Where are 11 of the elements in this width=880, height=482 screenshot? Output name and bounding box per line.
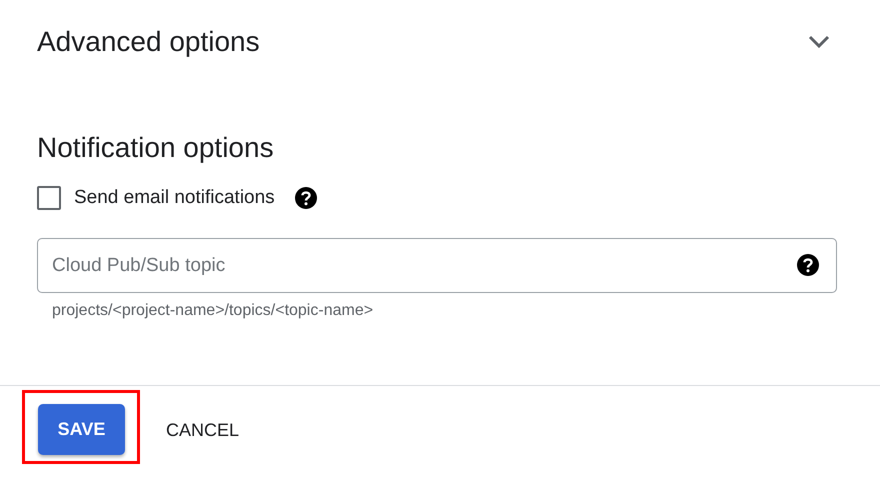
save-button[interactable]: SAVE: [38, 404, 125, 455]
cancel-button[interactable]: CANCEL: [154, 412, 252, 448]
section-title: Advanced options: [37, 26, 260, 58]
section-title: Notification options: [37, 132, 274, 164]
helper-text: projects/<project-name>/topics/<topic-name>: [52, 302, 374, 320]
chevron-down-icon[interactable]: [808, 35, 830, 49]
help-icon[interactable]: [797, 254, 819, 276]
checkbox-label: Send email notifications: [74, 187, 275, 209]
checkbox[interactable]: [37, 186, 61, 210]
help-icon[interactable]: [294, 187, 317, 209]
topic-input-field[interactable]: Cloud Pub/Sub topic: [37, 238, 837, 293]
